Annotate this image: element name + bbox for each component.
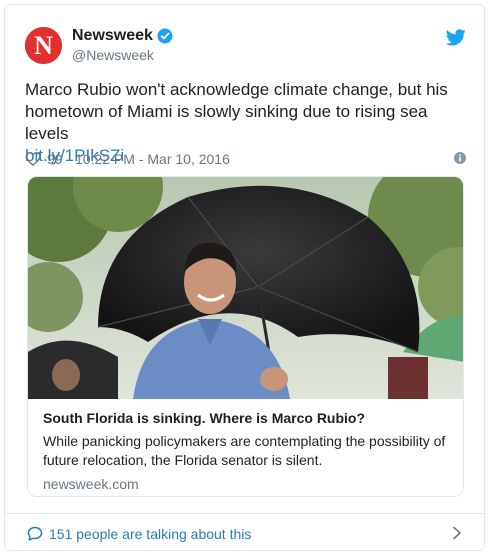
likes-count[interactable]: 99 [47,151,63,167]
card-image[interactable] [28,177,463,399]
tweet-embed: N Newsweek @Newsweek Marco Rubio won't a… [4,4,485,551]
tweet-body: Marco Rubio won't acknowledge climate ch… [25,80,448,143]
avatar[interactable]: N [25,27,62,64]
info-icon[interactable] [454,152,466,164]
timestamp[interactable]: 10:22 PM - Mar 10, 2016 [75,151,230,167]
link-card[interactable]: South Florida is sinking. Where is Marco… [27,176,464,497]
tweet-header: N Newsweek @Newsweek [25,27,466,69]
card-domain: newsweek.com [43,476,139,492]
tweet-meta: 99 10:22 PM - Mar 10, 2016 [25,150,466,170]
chat-bubble-icon [27,526,43,541]
card-description: While panicking policymakers are contemp… [43,433,446,468]
author-name[interactable]: Newsweek [72,27,153,45]
conversation-footer[interactable]: 151 people are talking about this [5,513,484,551]
verified-badge-icon [157,28,173,44]
avatar-letter: N [34,31,53,60]
twitter-bird-icon[interactable] [446,29,466,46]
card-title[interactable]: South Florida is sinking. Where is Marco… [43,409,453,427]
card-body: South Florida is sinking. Where is Marco… [43,409,453,492]
chevron-right-icon[interactable] [452,526,462,540]
author-block: Newsweek @Newsweek [72,27,173,63]
author-handle[interactable]: @Newsweek [72,47,173,63]
heart-icon[interactable] [25,151,41,167]
talking-count-link[interactable]: 151 people are talking about this [49,526,251,542]
